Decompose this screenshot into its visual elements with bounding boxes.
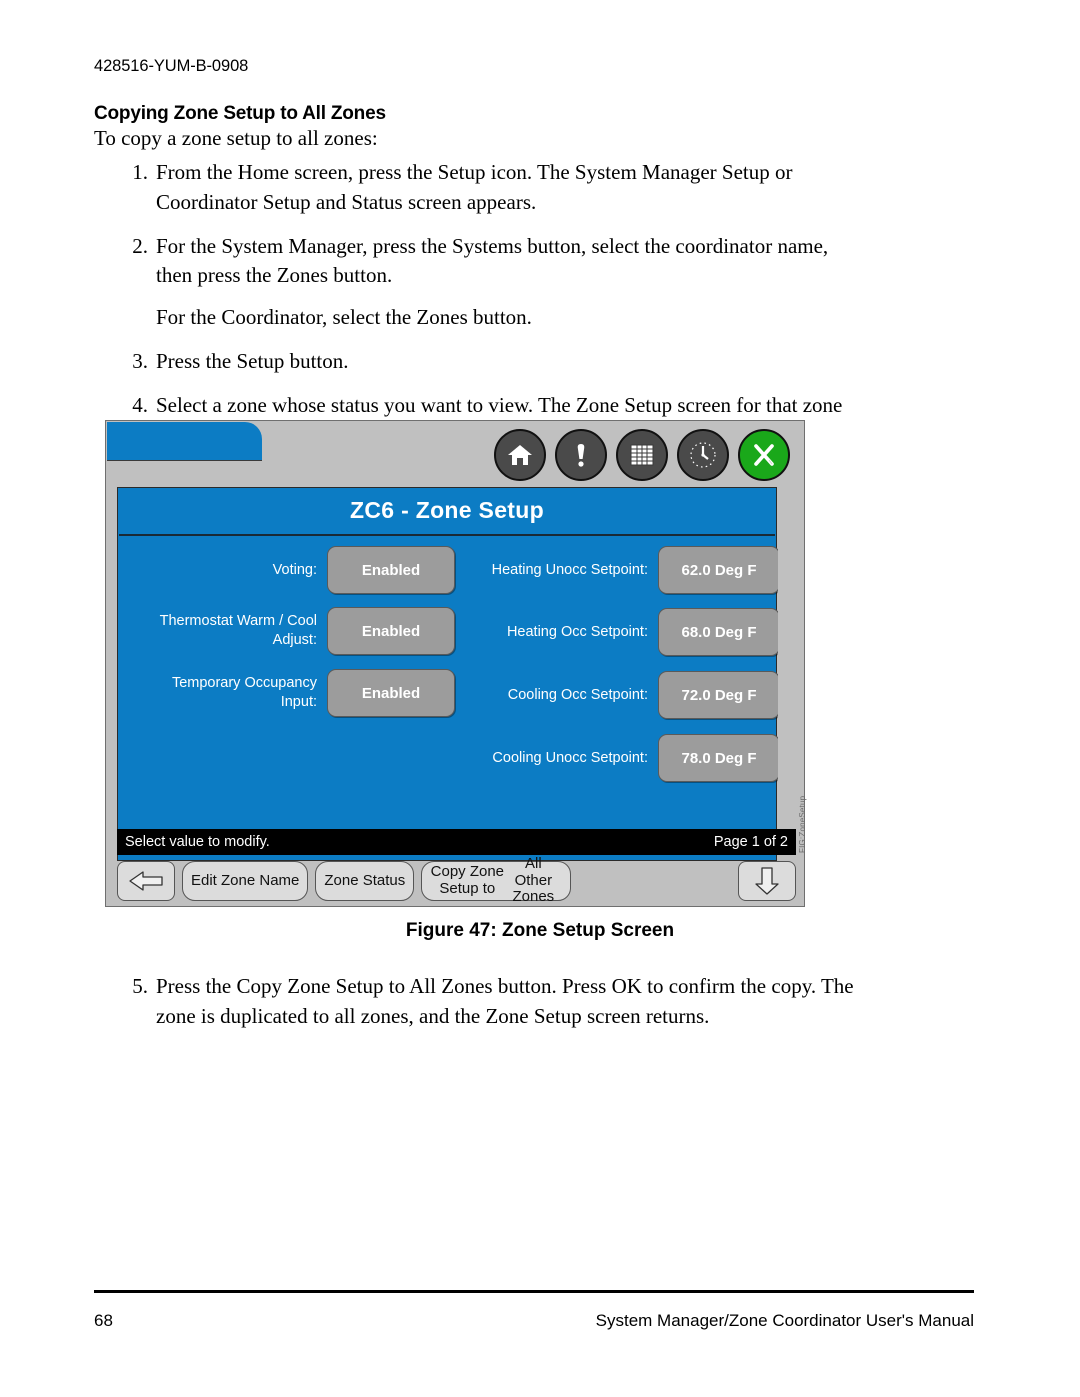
field-label: Thermostat Warm / Cool Adjust: xyxy=(159,613,317,648)
procedure-steps: 1. From the Home screen, press the Setup… xyxy=(94,158,854,465)
figure-code-label: FIG:ZoneSetup xyxy=(798,795,807,853)
step-number: 4. xyxy=(132,392,148,417)
temp-occupancy-value-button[interactable]: Enabled xyxy=(327,669,455,717)
field-row: Thermostat Warm / Cool Adjust: Enabled xyxy=(132,607,455,655)
step-text: For the System Manager, press the System… xyxy=(156,233,829,288)
voting-value-button[interactable]: Enabled xyxy=(327,546,455,594)
field-label: Cooling Unocc Setpoint: xyxy=(492,749,648,766)
field-row: Temporary Occupancy Input: Enabled xyxy=(132,669,455,717)
alarm-icon[interactable] xyxy=(555,429,607,481)
edit-zone-name-button[interactable]: Edit Zone Name xyxy=(182,861,309,901)
page-down-button[interactable] xyxy=(738,861,796,901)
figure-zone-setup-screen: ZC6 - Zone Setup Voting: Enabled Thermos… xyxy=(105,420,815,908)
field-row: Heating Unocc Setpoint: 62.0 Deg F xyxy=(473,546,780,594)
field-row: Cooling Unocc Setpoint: 78.0 Deg F xyxy=(473,734,780,782)
fields-area: Voting: Enabled Thermostat Warm / Cool A… xyxy=(118,538,780,860)
footer-divider xyxy=(94,1290,974,1293)
document-page: 428516-YUM-B-0908 Copying Zone Setup to … xyxy=(0,0,1080,1397)
status-message: Select value to modify. xyxy=(125,834,270,850)
back-button[interactable] xyxy=(117,861,175,901)
field-label: Temporary Occupancy Input: xyxy=(171,675,317,710)
screen-title: ZC6 - Zone Setup xyxy=(350,497,544,523)
thermostat-adjust-value-button[interactable]: Enabled xyxy=(327,607,455,655)
page-title: Copying Zone Setup to All Zones xyxy=(94,102,386,124)
step-subtext: For the Coordinator, select the Zones bu… xyxy=(156,305,532,330)
cooling-occ-setpoint-button[interactable]: 72.0 Deg F xyxy=(658,671,780,719)
heating-unocc-setpoint-button[interactable]: 62.0 Deg F xyxy=(658,546,780,594)
step-number: 3. xyxy=(132,349,148,374)
step-number: 2. xyxy=(132,233,148,258)
copy-button-line-2: All Other Zones xyxy=(512,854,555,906)
field-label: Heating Occ Setpoint: xyxy=(506,623,648,640)
device-toolbar xyxy=(494,427,790,483)
field-label: Heating Unocc Setpoint: xyxy=(491,561,648,578)
step-text: Press the Copy Zone Setup to All Zones b… xyxy=(156,974,854,1028)
step-text: From the Home screen, press the Setup ic… xyxy=(156,160,793,214)
heating-occ-setpoint-button[interactable]: 68.0 Deg F xyxy=(658,608,780,656)
field-label: Voting: xyxy=(272,561,317,578)
schedule-icon[interactable] xyxy=(616,429,668,481)
cooling-unocc-setpoint-button[interactable]: 78.0 Deg F xyxy=(658,734,780,782)
footer-manual-title: System Manager/Zone Coordinator User's M… xyxy=(595,1311,974,1330)
step-item: 3. Press the Setup button. xyxy=(94,347,854,377)
screen-right-bezel xyxy=(778,487,796,861)
clock-icon[interactable] xyxy=(677,429,729,481)
copy-button-line-1: Copy Zone Setup to xyxy=(430,863,505,897)
field-row: Heating Occ Setpoint: 68.0 Deg F xyxy=(473,608,780,656)
page-indicator: Page 1 of 2 xyxy=(713,834,788,850)
setup-tools-icon[interactable] xyxy=(738,429,790,481)
footer-page-number: 68 xyxy=(94,1311,113,1330)
step-item: 1. From the Home screen, press the Setup… xyxy=(94,158,854,218)
title-divider xyxy=(119,534,775,536)
field-row: Cooling Occ Setpoint: 72.0 Deg F xyxy=(473,671,780,719)
blue-tab xyxy=(107,422,262,461)
zone-status-button[interactable]: Zone Status xyxy=(315,861,415,901)
step-item: 5. Press the Copy Zone Setup to All Zone… xyxy=(94,972,874,1032)
status-bar: Select value to modify. Page 1 of 2 xyxy=(117,829,796,855)
figure-caption: Figure 47: Zone Setup Screen xyxy=(405,920,675,941)
device-bezel: ZC6 - Zone Setup Voting: Enabled Thermos… xyxy=(105,420,807,907)
step-number: 5. xyxy=(132,974,148,998)
intro-paragraph: To copy a zone setup to all zones: xyxy=(94,126,378,150)
copy-zone-setup-to-all-zones-button[interactable]: Copy Zone Setup to All Other Zones xyxy=(421,855,572,905)
document-id: 428516-YUM-B-0908 xyxy=(94,57,249,75)
procedure-steps-continued: 5. Press the Copy Zone Setup to All Zone… xyxy=(94,972,874,1032)
step-number: 1. xyxy=(132,160,148,184)
step-text: Press the Setup button. xyxy=(156,349,349,374)
zone-setup-screen: ZC6 - Zone Setup Voting: Enabled Thermos… xyxy=(117,487,780,861)
field-label: Cooling Occ Setpoint: xyxy=(507,686,648,703)
step-item: 2. For the System Manager, press the Sys… xyxy=(94,232,854,333)
home-icon[interactable] xyxy=(494,429,546,481)
field-row: Voting: Enabled xyxy=(132,546,455,594)
button-bar: Edit Zone Name Zone Status Copy Zone Set… xyxy=(117,855,796,905)
